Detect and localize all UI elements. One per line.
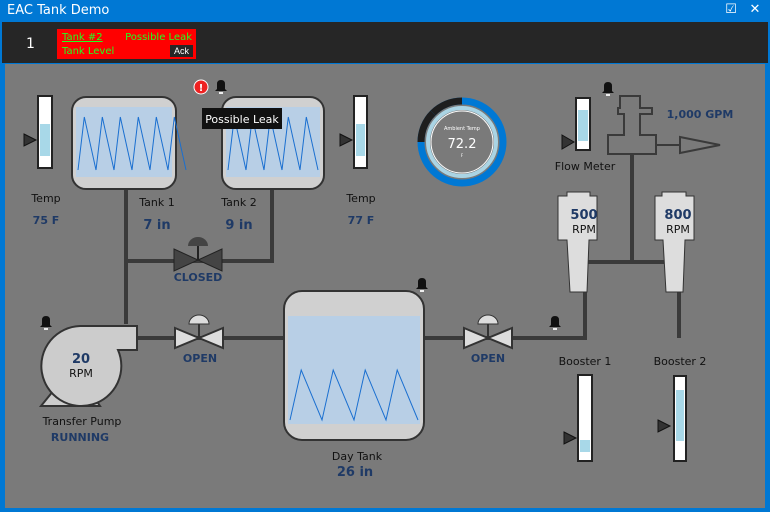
booster-2-pump[interactable] (654, 191, 695, 293)
booster-1-gauge[interactable] (563, 374, 593, 462)
pump-unit: RPM (69, 367, 93, 380)
valve-tanks[interactable] (173, 237, 223, 272)
bell-icon[interactable] (549, 316, 561, 330)
temp-left-gauge[interactable] (23, 95, 53, 169)
alert-icon[interactable]: ! (193, 79, 209, 95)
day-tank-value: 26 in (337, 465, 373, 480)
temp-right-gauge[interactable] (339, 95, 368, 169)
valve-pump-state: OPEN (183, 352, 217, 365)
booster-1-label: Booster 1 (559, 355, 612, 368)
pump-status: RUNNING (51, 431, 109, 444)
temp-right-value: 77 F (348, 214, 375, 227)
process-canvas: Temp 75 F Tank 1 7 in Tank 2 9 in ! Poss… (5, 64, 765, 508)
alarm-source-link[interactable]: Tank #2 (62, 32, 103, 43)
tank-2-value: 9 in (225, 218, 252, 233)
tank-2-label: Tank 2 (220, 196, 256, 209)
valve-day[interactable] (463, 314, 513, 350)
valve-pump[interactable] (174, 314, 224, 350)
flow-meter[interactable] (607, 95, 721, 155)
bell-icon[interactable] (40, 316, 52, 330)
pump-label: Transfer Pump (42, 415, 122, 428)
gauge-value: 72.2 (448, 137, 477, 152)
bell-icon[interactable] (416, 278, 428, 292)
alarm-item[interactable]: Tank #2 Possible Leak Tank Level Ack (57, 29, 196, 59)
flow-meter-label: Flow Meter (555, 160, 616, 173)
close-icon[interactable]: ✕ (748, 3, 762, 17)
booster-2-value: 800 (664, 208, 691, 223)
tooltip-text: Possible Leak (205, 113, 279, 126)
tank-1-value: 7 in (143, 218, 170, 233)
day-tank-label: Day Tank (332, 450, 383, 463)
booster-2-gauge[interactable] (657, 375, 687, 462)
booster-1-unit: RPM (572, 223, 596, 236)
pump-value: 20 (72, 352, 90, 367)
booster-2-label: Booster 2 (654, 355, 707, 368)
bell-icon[interactable] (215, 80, 227, 94)
svg-text:!: ! (199, 83, 204, 94)
temp-right-label: Temp (345, 192, 375, 205)
window-title: EAC Tank Demo (7, 3, 110, 18)
ack-button[interactable]: Ack (170, 45, 193, 57)
title-bar: EAC Tank Demo ☑ ✕ (0, 0, 770, 22)
valve-day-state: OPEN (471, 352, 505, 365)
temp-left-value: 75 F (33, 214, 60, 227)
ambient-temp-gauge: Ambient Temp 72.2 F (417, 97, 507, 187)
trend-icon[interactable]: ☑ (724, 3, 738, 17)
valve-tanks-state: CLOSED (174, 271, 223, 284)
temp-left-label: Temp (30, 192, 60, 205)
alarm-bar: 1 Tank #2 Possible Leak Tank Level Ack (2, 22, 768, 63)
alarm-count: 1 (26, 36, 35, 52)
tooltip: Possible Leak (202, 108, 282, 129)
booster-1-value: 500 (570, 208, 597, 223)
bell-icon[interactable] (602, 82, 614, 96)
day-tank[interactable] (283, 290, 425, 441)
gauge-label: Ambient Temp (444, 126, 480, 132)
flow-meter-value: 1,000 GPM (667, 108, 734, 121)
tank-1[interactable] (71, 96, 187, 190)
alarm-tag: Tank Level (62, 46, 115, 57)
booster-1-pump[interactable] (557, 191, 598, 293)
flow-meter-gauge[interactable] (561, 97, 591, 151)
booster-2-unit: RPM (666, 223, 690, 236)
tank-1-label: Tank 1 (138, 196, 174, 209)
alarm-message: Possible Leak (125, 32, 192, 43)
